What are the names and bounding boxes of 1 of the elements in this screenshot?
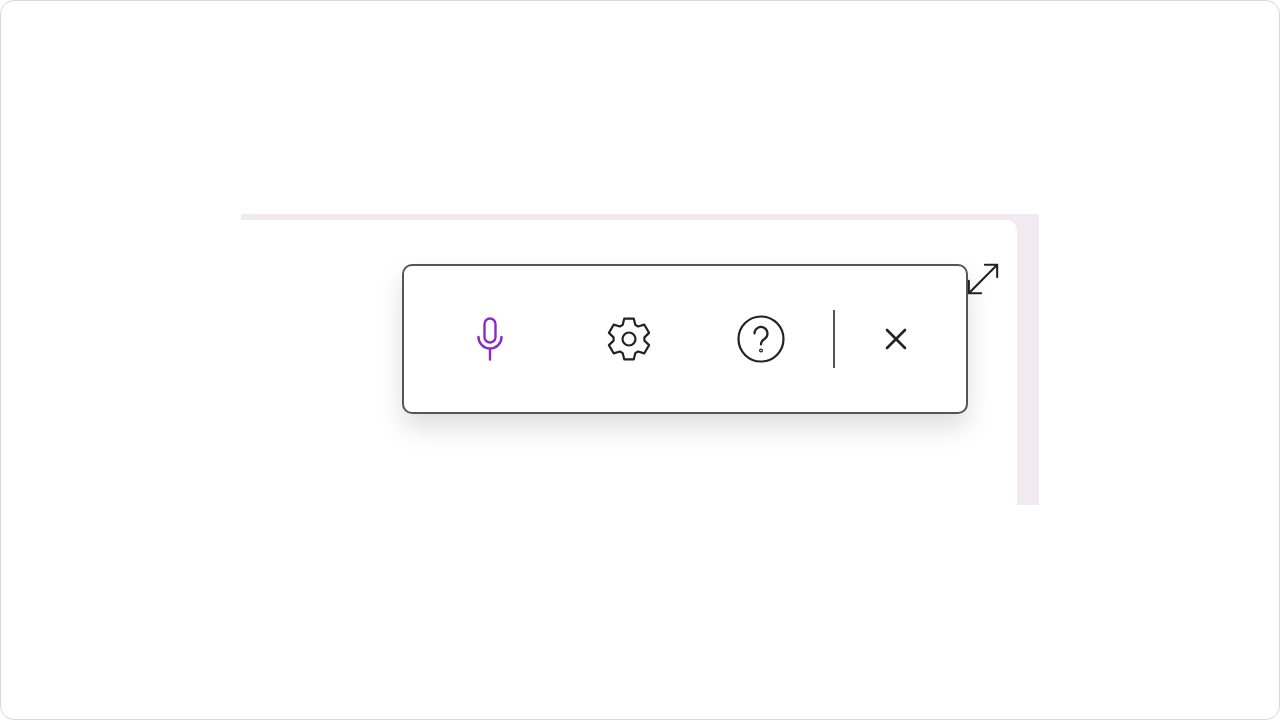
expand-icon[interactable]	[966, 262, 1000, 296]
